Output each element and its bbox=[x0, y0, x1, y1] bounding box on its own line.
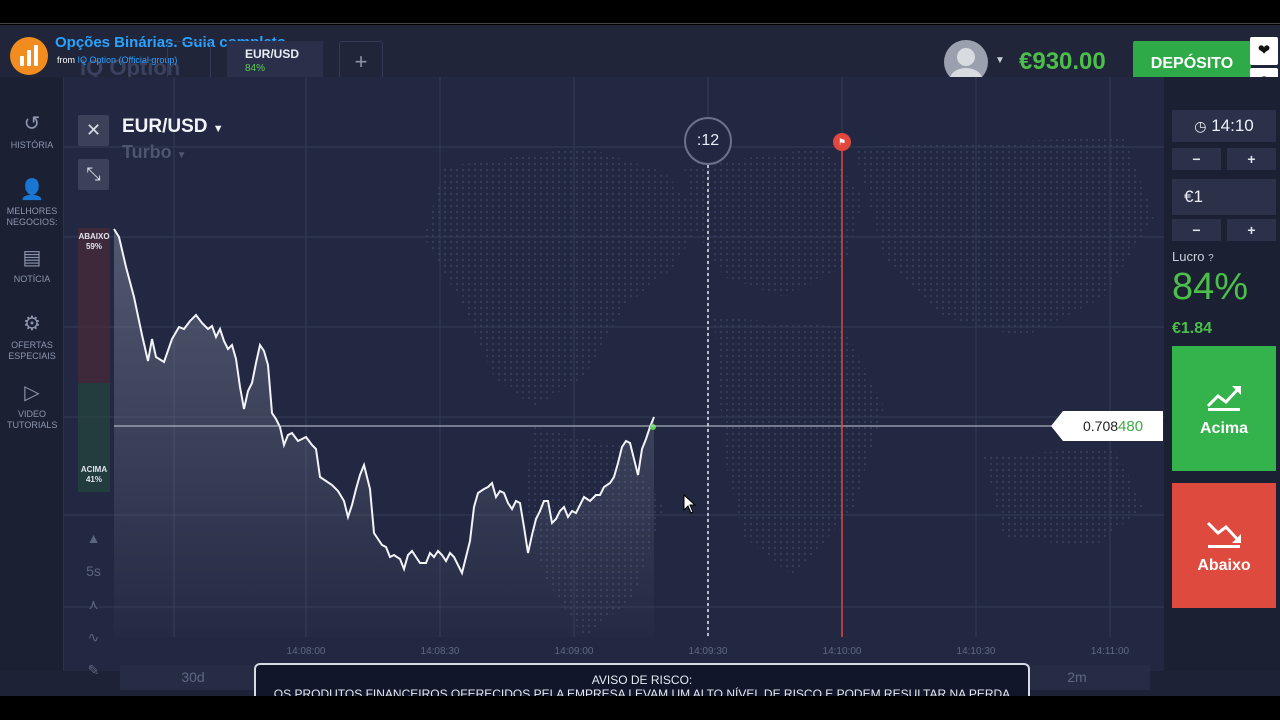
close-chart-button[interactable]: ✕ bbox=[78, 115, 109, 146]
chart-tools: ▲ 5s ⋏ ∿ ✎ bbox=[78, 522, 109, 687]
timescale-30d[interactable]: 30d bbox=[120, 665, 266, 690]
put-down-button[interactable]: Abaixo bbox=[1172, 483, 1276, 608]
profit-label: Lucro bbox=[1172, 249, 1205, 264]
nav-label: MELHORES NEGOCIOS: bbox=[6, 206, 58, 227]
call-up-label: Acima bbox=[1199, 420, 1249, 437]
risk-warning: AVISO DE RISCO: OS PRODUTOS FINANCEIROS … bbox=[254, 663, 1030, 700]
candle-interval[interactable]: 5s bbox=[78, 555, 109, 588]
nav-item-offers[interactable]: ⚙ OFERTAS ESPECIAIS bbox=[0, 311, 64, 362]
put-down-label: Abaixo bbox=[1197, 557, 1251, 574]
amount-stepper: − + bbox=[1172, 219, 1276, 241]
nav-label: OFERTAS ESPECIAIS bbox=[8, 340, 56, 361]
play-icon: ▷ bbox=[24, 382, 40, 404]
price-current-dot bbox=[650, 424, 656, 430]
users-icon: 👤 bbox=[19, 179, 45, 201]
asset-name: EUR/USD bbox=[122, 116, 208, 137]
chevron-down-icon: ▼ bbox=[176, 150, 187, 161]
expiry-stepper: − + bbox=[1172, 148, 1276, 170]
collapse-icon[interactable]: ⤡ bbox=[78, 159, 109, 190]
channel-logo-icon[interactable] bbox=[10, 37, 48, 75]
time-label: 14:09:30 bbox=[689, 646, 728, 657]
clock-icon: ◷ bbox=[1194, 118, 1207, 134]
nav-item-history[interactable]: ↺ HISTÓRIA bbox=[0, 111, 64, 151]
sentiment-down-pct: 59% bbox=[85, 242, 102, 251]
trend-down-icon bbox=[1206, 521, 1241, 548]
amount-plus-button[interactable]: + bbox=[1227, 219, 1276, 241]
call-up-button[interactable]: Acima bbox=[1172, 346, 1276, 471]
profit-percent: 84% bbox=[1172, 266, 1249, 308]
video-channel[interactable]: from IQ Option (Official group) bbox=[57, 55, 177, 65]
nav-label: HISTÓRIA bbox=[10, 140, 54, 150]
news-icon: ▤ bbox=[22, 247, 42, 269]
finish-flag-icon: ⚑ bbox=[833, 133, 851, 151]
sentiment-up-pct: 41% bbox=[85, 475, 102, 484]
countdown-timer: :12 bbox=[684, 117, 732, 165]
nav-label: NOTÍCIA bbox=[13, 274, 51, 284]
indicators-icon[interactable]: ∿ bbox=[78, 621, 109, 654]
chart-canvas[interactable]: 14:08:00 14:08:30 14:09:00 14:09:30 14:1… bbox=[64, 77, 1164, 671]
sentiment-down: ABAIXO 59% bbox=[78, 232, 110, 251]
nav-label: VIDEO TUTORIALS bbox=[7, 409, 58, 430]
history-icon: ↺ bbox=[23, 113, 41, 135]
time-label: 14:09:00 bbox=[555, 646, 594, 657]
trend-up-icon bbox=[1206, 386, 1241, 411]
from-prefix: from bbox=[57, 55, 75, 65]
investment-amount-field[interactable]: €1 bbox=[1172, 179, 1276, 215]
time-label: 14:10:00 bbox=[823, 646, 862, 657]
time-label: 14:10:30 bbox=[957, 646, 996, 657]
help-icon[interactable]: ? bbox=[1208, 253, 1214, 264]
pencil-icon[interactable]: ✎ bbox=[78, 654, 109, 687]
risk-title: AVISO DE RISCO: bbox=[591, 673, 693, 687]
price-chart[interactable]: 14:08:00 14:08:30 14:09:00 14:09:30 14:1… bbox=[64, 77, 1164, 671]
left-navigation: ↺ HISTÓRIA 👤 MELHORES NEGOCIOS: ▤ NOTÍCIA ⚙… bbox=[0, 77, 64, 671]
nav-item-best-deals[interactable]: 👤 MELHORES NEGOCIOS: bbox=[0, 177, 64, 228]
price-last-digits: 480 bbox=[1118, 418, 1144, 435]
trader-sentiment: ABAIXO 59% ACIMA 41% bbox=[78, 228, 110, 492]
time-label: 14:08:00 bbox=[287, 646, 326, 657]
option-type-selector[interactable]: Turbo ▼ bbox=[122, 142, 187, 163]
chevron-down-icon: ▼ bbox=[212, 123, 224, 135]
video-top-bar bbox=[0, 0, 1280, 24]
tab-percent: 84% bbox=[245, 63, 266, 74]
time-label: 14:08:30 bbox=[421, 646, 460, 657]
channel-name[interactable]: IQ Option (Official group) bbox=[78, 55, 178, 65]
time-label: 14:11:00 bbox=[1091, 646, 1130, 657]
nav-item-video-tutorials[interactable]: ▷ VIDEO TUTORIALS bbox=[0, 380, 64, 431]
asset-selector[interactable]: EUR/USD ▼ bbox=[122, 116, 224, 138]
nav-item-news[interactable]: ▤ NOTÍCIA bbox=[0, 245, 64, 285]
profit-value: €1.84 bbox=[1172, 320, 1213, 337]
drawing-tools-icon[interactable]: ⋏ bbox=[78, 588, 109, 621]
current-price-tag: 0.708480 bbox=[1051, 411, 1163, 441]
sentiment-up: ACIMA 41% bbox=[80, 465, 108, 484]
price-main: 0.708 bbox=[1083, 418, 1119, 434]
tab-pair: EUR/USD bbox=[245, 47, 300, 61]
video-bottom-bar bbox=[0, 696, 1280, 720]
option-type: Turbo bbox=[122, 142, 172, 162]
chevron-down-icon[interactable]: ▼ bbox=[995, 55, 1005, 66]
heart-icon[interactable]: ❤ bbox=[1250, 37, 1278, 65]
expiry-time: 14:10 bbox=[1211, 116, 1254, 135]
profit-label-row: Lucro ? bbox=[1172, 249, 1214, 264]
amount-minus-button[interactable]: − bbox=[1172, 219, 1221, 241]
account-balance[interactable]: €930.00 bbox=[1019, 48, 1106, 76]
expiry-plus-button[interactable]: + bbox=[1227, 148, 1276, 170]
mouse-cursor-icon bbox=[683, 494, 697, 514]
expiry-time-field[interactable]: ◷ 14:10 bbox=[1172, 110, 1276, 142]
chart-type-icon[interactable]: ▲ bbox=[78, 522, 109, 555]
expiry-minus-button[interactable]: − bbox=[1172, 148, 1221, 170]
offers-icon: ⚙ bbox=[23, 313, 41, 335]
